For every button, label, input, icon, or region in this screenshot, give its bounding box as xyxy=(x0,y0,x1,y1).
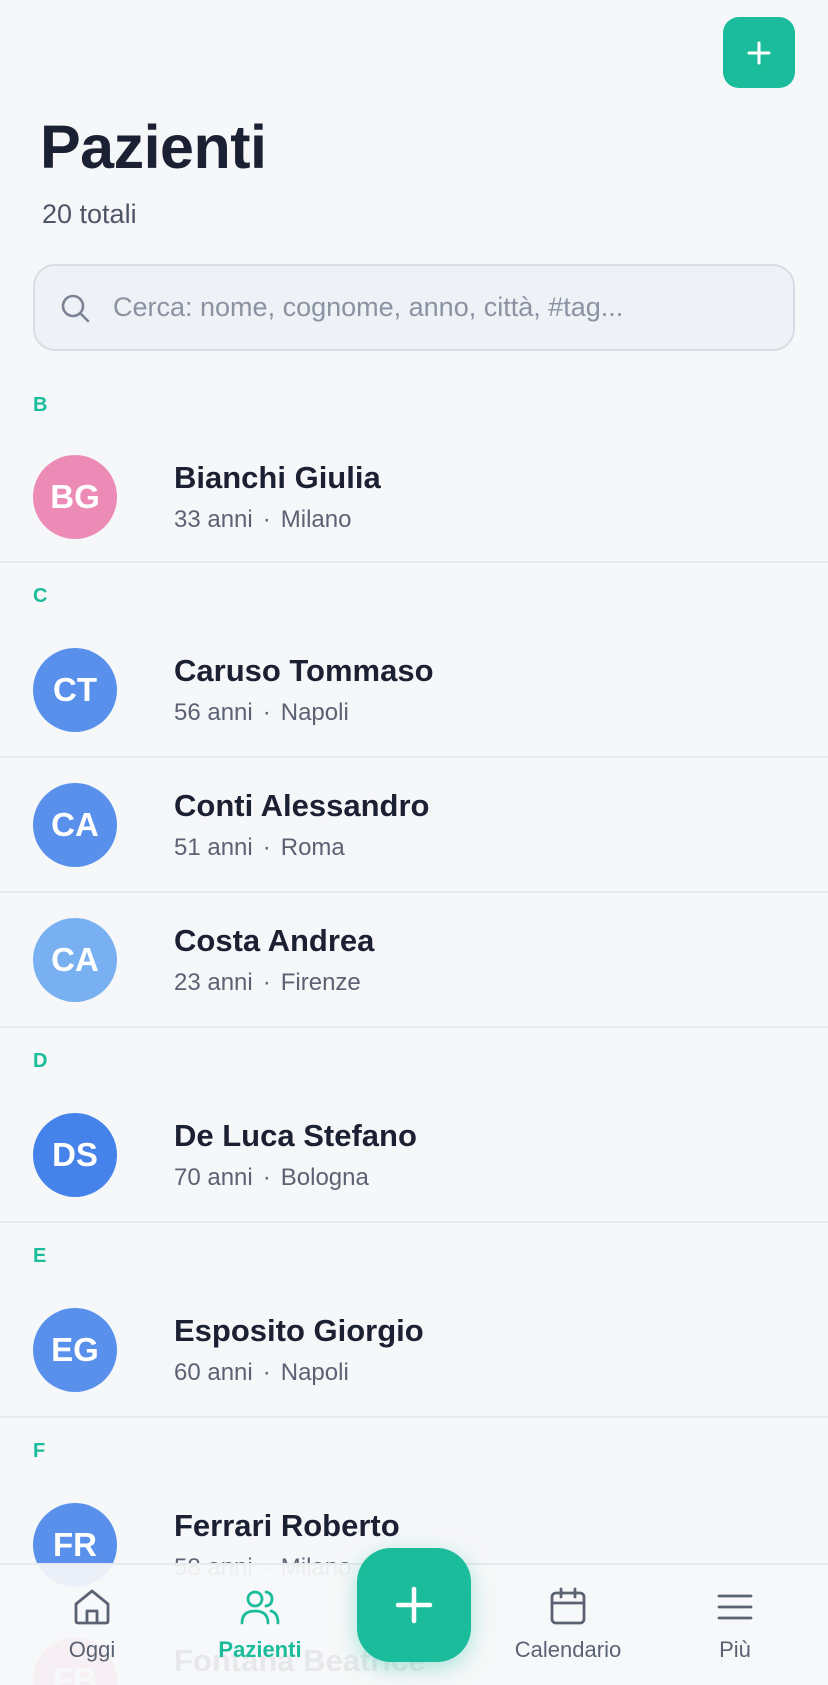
separator-dot: · xyxy=(262,505,271,533)
patient-name: Bianchi Giulia xyxy=(174,459,381,495)
nav-label: Calendario xyxy=(514,1637,622,1662)
separator-dot: · xyxy=(262,968,271,996)
patient-list: B BG Bianchi Giulia 33 anni · Milano C CT Caruso… xyxy=(0,372,828,1685)
section-letter: F xyxy=(33,1440,46,1462)
separator-dot: · xyxy=(262,1163,271,1191)
plus-icon xyxy=(395,1586,433,1624)
separator-dot: · xyxy=(262,833,271,861)
patient-info: Costa Andrea 23 anni · Firenze xyxy=(174,923,374,997)
patient-city: Bologna xyxy=(280,1163,369,1191)
patient-age: 60 anni xyxy=(174,1358,253,1386)
avatar: CT xyxy=(33,647,117,732)
patient-info: Caruso Tommaso 56 anni · Napoli xyxy=(174,653,434,727)
patient-meta: 23 anni · Firenze xyxy=(174,969,374,997)
nav-label: Oggi xyxy=(68,1637,116,1662)
patient-name: Costa Andrea xyxy=(174,922,375,958)
patient-info: Bianchi Giulia 33 anni · Milano xyxy=(174,460,381,534)
patient-name: Ferrari Roberto xyxy=(174,1507,400,1543)
nav-label: Pazienti xyxy=(218,1637,302,1662)
patient-city: Milano xyxy=(280,505,352,533)
patient-count: 20 totali xyxy=(42,199,137,229)
plus-icon xyxy=(747,41,771,64)
nav-item-calendario[interactable]: Calendario xyxy=(493,1565,643,1685)
patient-city: Napoli xyxy=(280,698,349,726)
patient-row[interactable]: CT Caruso Tommaso 56 anni · Napoli xyxy=(0,623,828,758)
search-icon xyxy=(61,294,90,322)
patient-row[interactable]: CA Costa Andrea 23 anni · Firenze xyxy=(0,893,828,1028)
patient-info: Esposito Giorgio 60 anni · Napoli xyxy=(174,1313,424,1387)
avatar: CA xyxy=(33,782,117,867)
patient-info: Conti Alessandro 51 anni · Roma xyxy=(174,788,430,862)
section-letter: D xyxy=(33,1050,48,1072)
patient-age: 33 anni xyxy=(174,505,253,533)
avatar: EG xyxy=(33,1307,117,1392)
patient-city: Firenze xyxy=(280,968,361,996)
patient-age: 70 anni xyxy=(174,1163,253,1191)
nav-item-pazienti[interactable]: Pazienti xyxy=(185,1565,335,1685)
page-title: Pazienti xyxy=(40,113,267,181)
users-icon xyxy=(240,1590,280,1625)
nav-item-oggi[interactable]: Oggi xyxy=(17,1565,167,1685)
patient-city: Napoli xyxy=(280,1358,349,1386)
nav-label: Più xyxy=(719,1637,751,1662)
search-input[interactable] xyxy=(113,292,753,323)
search-bar[interactable] xyxy=(33,264,795,351)
patient-name: Caruso Tommaso xyxy=(174,652,434,688)
patient-age: 56 anni xyxy=(174,698,253,726)
separator-dot: · xyxy=(262,1358,271,1386)
patient-name: De Luca Stefano xyxy=(174,1117,417,1153)
section-letter: E xyxy=(33,1245,47,1267)
nav-item-piu[interactable]: Più xyxy=(660,1565,810,1685)
avatar: DS xyxy=(33,1112,117,1197)
separator-dot: · xyxy=(262,698,271,726)
patient-row[interactable]: EG Esposito Giorgio 60 anni · Napoli xyxy=(0,1283,828,1418)
patient-info: De Luca Stefano 70 anni · Bologna xyxy=(174,1118,417,1192)
patient-city: Roma xyxy=(280,833,345,861)
avatar: BG xyxy=(33,454,117,539)
section-letter: B xyxy=(33,394,48,416)
calendar-icon xyxy=(550,1587,586,1625)
avatar: CA xyxy=(33,917,117,1002)
patient-age: 23 anni xyxy=(174,968,253,996)
patient-meta: 33 anni · Milano xyxy=(174,506,381,534)
patient-row[interactable]: CA Conti Alessandro 51 anni · Roma xyxy=(0,758,828,893)
patient-name: Conti Alessandro xyxy=(174,787,430,823)
home-icon xyxy=(74,1589,110,1625)
quick-add-button[interactable] xyxy=(357,1548,471,1662)
section-letter: C xyxy=(33,585,48,607)
patient-meta: 56 anni · Napoli xyxy=(174,699,434,727)
patient-meta: 51 anni · Roma xyxy=(174,834,430,862)
patient-name: Esposito Giorgio xyxy=(174,1312,424,1348)
patient-meta: 60 anni · Napoli xyxy=(174,1359,424,1387)
patient-meta: 70 anni · Bologna xyxy=(174,1164,417,1192)
patient-row[interactable]: DS De Luca Stefano 70 anni · Bologna xyxy=(0,1088,828,1223)
add-patient-button[interactable] xyxy=(723,17,795,88)
menu-icon xyxy=(717,1594,753,1620)
patient-row[interactable]: BG Bianchi Giulia 33 anni · Milano xyxy=(0,432,828,563)
patient-age: 51 anni xyxy=(174,833,253,861)
